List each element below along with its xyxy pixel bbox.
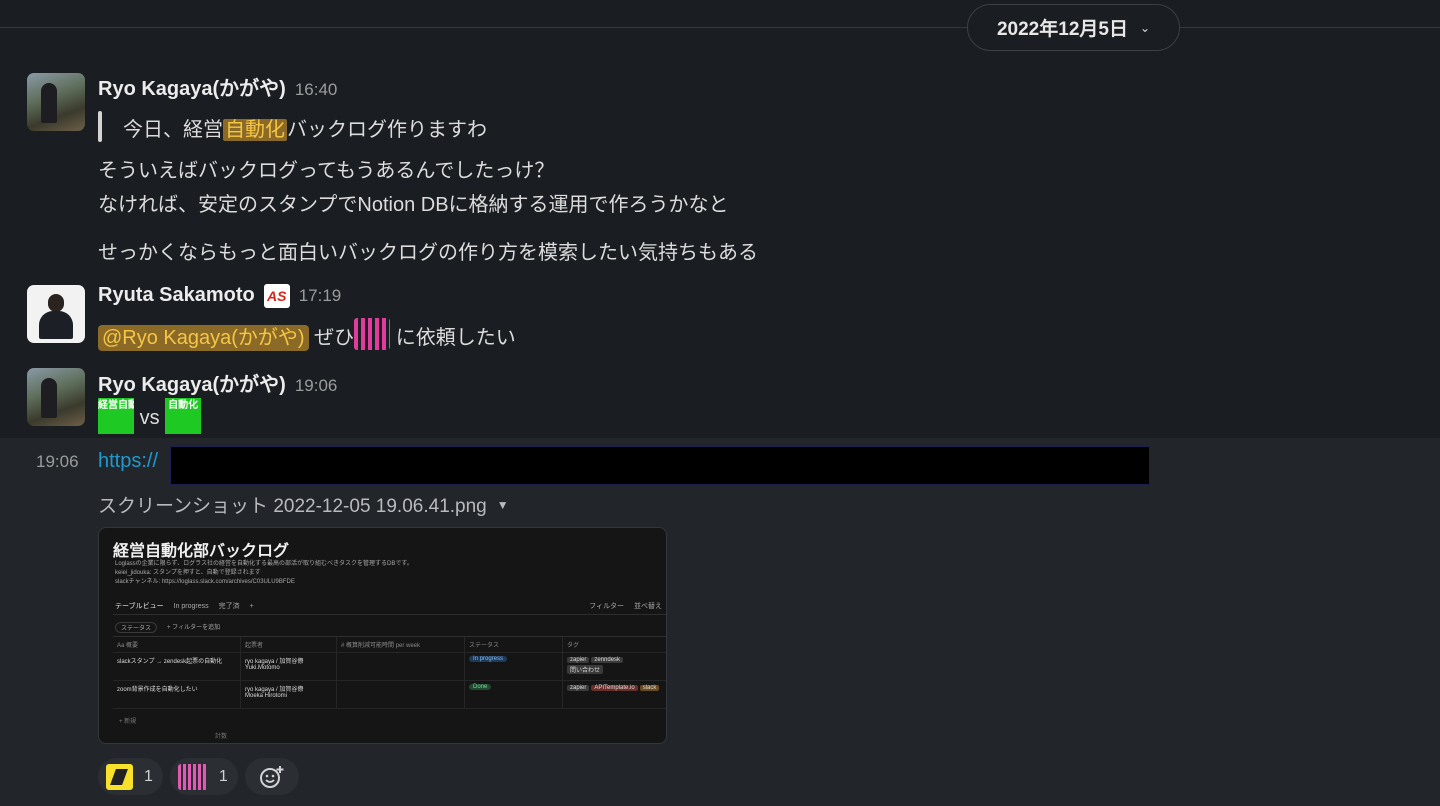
reactions-bar: 1 1 — [98, 758, 299, 795]
yellow-stamp-icon — [106, 763, 133, 790]
view-tabs: テーブルビュー In progress 完了済 + フィルター 並べ替え — [115, 601, 662, 611]
add-filter: + フィルターを追加 — [167, 625, 221, 631]
quote-text: 今日、経営 自動化 バックログ作りますわ — [123, 119, 487, 141]
reaction-count: 1 — [218, 767, 228, 785]
message-timestamp[interactable]: 19:06 — [295, 376, 338, 396]
date-divider-line — [0, 27, 1440, 28]
tab-table-view: テーブルビュー — [115, 603, 164, 610]
add-emoji-icon — [259, 765, 284, 788]
message-timestamp[interactable]: 16:40 — [295, 80, 338, 100]
sort-link: 並べ替え — [634, 603, 662, 610]
table-row: slackスタンプ → zendesk起票の自動化 ryo kagaya / 加… — [113, 653, 666, 681]
jidouka-emoji-icon: 自動化 — [165, 398, 202, 434]
chevron-down-icon: ⌄ — [1139, 20, 1151, 35]
file-name: スクリーンショット 2022-12-05 19.06.41.png — [98, 496, 487, 517]
redacted-block — [170, 446, 1150, 485]
message-link[interactable]: https:// — [98, 450, 158, 473]
status-badge: AS — [263, 284, 290, 308]
date-divider-label: 2022年12月5日 — [996, 19, 1128, 40]
message-text-line: せっかくならもっと面白いバックログの作り方を模索したい気持ちもある — [98, 242, 758, 264]
avatar[interactable] — [27, 368, 85, 426]
quote-bar — [98, 111, 102, 142]
status-filter: ステータス — [115, 622, 158, 633]
filter-bar: ステータス + フィルターを追加 — [115, 622, 220, 633]
highlighted-text: 自動化 — [223, 119, 287, 141]
table-header: Aa 概要 起票者 # 概算削減可能時間 per week ステータス タグ — [113, 637, 666, 653]
tab-add: + — [249, 602, 254, 610]
file-name-toggle[interactable]: スクリーンショット 2022-12-05 19.06.41.png ▼ — [98, 491, 509, 518]
user-mention[interactable]: @Ryo Kagaya(かがや) — [98, 325, 309, 351]
tab-in-progress: In progress — [173, 602, 209, 610]
message-text-line: なければ、安定のスタンプでNotion DBに格納する運用で作ろうかなと — [98, 194, 729, 216]
reaction-yellow-stamp[interactable]: 1 — [98, 758, 163, 795]
backlog-table: Aa 概要 起票者 # 概算削減可能時間 per week ステータス タグ s… — [113, 636, 666, 709]
avatar[interactable] — [27, 285, 85, 343]
date-divider-button[interactable]: 2022年12月5日 ⌄ — [967, 4, 1180, 51]
count-label: 計数 — [215, 734, 228, 740]
status-pill: Done — [469, 684, 492, 690]
status-pill: In progress — [469, 656, 508, 662]
tab-done: 完了済 — [218, 603, 240, 610]
table-row: zoom背景作成を自動化したい ryo kagaya / 加賀谷僚 Moeka H… — [113, 681, 666, 709]
pink-stamp-icon — [177, 763, 208, 790]
filter-link: フィルター — [589, 603, 624, 610]
kagayan-emoji-icon — [354, 318, 391, 350]
new-row-label: + 新規 — [119, 719, 137, 725]
reaction-count: 1 — [144, 767, 153, 785]
message-timestamp[interactable]: 17:19 — [299, 286, 342, 306]
page-title: 経営自動化部バックログ — [113, 543, 290, 560]
message-text-line: 経営自動化部 vs 自動化 — [98, 398, 202, 434]
image-attachment[interactable]: 経営自動化部バックログ Loglassの企業に限らず、ログラス社の経営を自動化す… — [98, 527, 667, 744]
keiei-jidouka-emoji-icon: 経営自動化部 — [98, 398, 134, 434]
message-text-line: @Ryo Kagaya(かがや) ぜひ に依頼したい — [98, 318, 516, 351]
avatar[interactable] — [27, 73, 85, 131]
message-timestamp[interactable]: 19:06 — [36, 452, 79, 472]
author-name[interactable]: Ryuta Sakamoto — [98, 284, 255, 307]
message-text-line: そういえばバックログってもうあるんでしたっけ？ — [98, 160, 555, 182]
author-name[interactable]: Ryo Kagaya(かがや) — [98, 368, 286, 397]
add-reaction-button[interactable] — [244, 758, 299, 795]
author-name[interactable]: Ryo Kagaya(かがや) — [98, 72, 286, 101]
page-description: Loglassの企業に限らず、ログラス社の経営を自動化する最高の部活が取り組むべ… — [115, 561, 413, 585]
caret-down-icon: ▼ — [496, 497, 509, 512]
reaction-pink-stamp[interactable]: 1 — [169, 758, 238, 795]
